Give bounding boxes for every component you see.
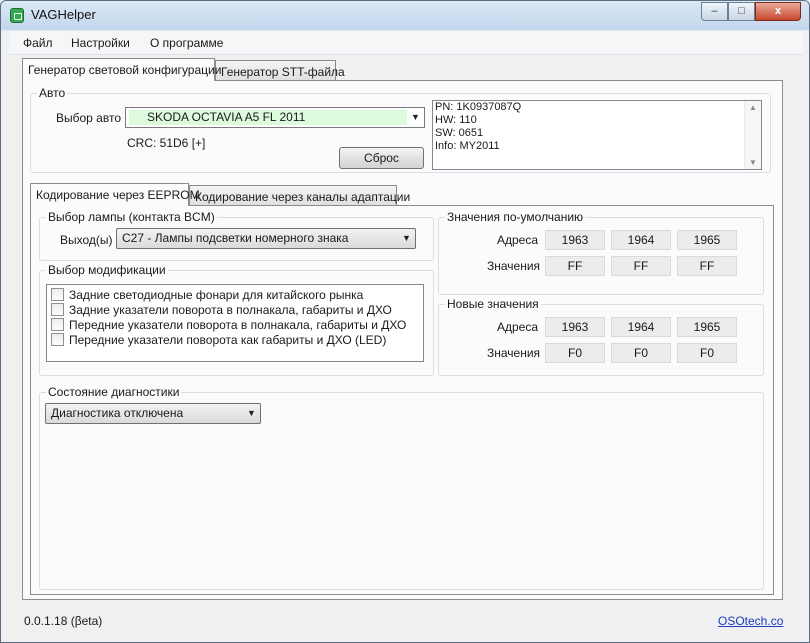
modification-item[interactable]: Задние светодиодные фонари для китайског…	[51, 287, 363, 302]
title-bar[interactable]: VAGHelper – □ x	[1, 1, 809, 29]
modification-item[interactable]: Передние указатели поворота в полнакала,…	[51, 317, 406, 332]
menu-bar: Файл Настройки О программе	[9, 31, 803, 55]
app-window: VAGHelper – □ x Файл Настройки О програм…	[0, 0, 810, 643]
app-icon	[10, 8, 24, 23]
output-select[interactable]: C27 - Лампы подсветки номерного знака ▼	[116, 228, 416, 249]
tab-eeprom[interactable]: Кодирование через EEPROM	[30, 183, 200, 206]
tab-adaptation[interactable]: Кодирование через каналы адаптации	[189, 185, 410, 206]
checkbox[interactable]	[51, 333, 64, 347]
close-button[interactable]: x	[755, 2, 801, 21]
lamp-group: Выбор лампы (контакта BCM) Выход(ы) C27 …	[39, 210, 434, 261]
car-select-value: SKODA OCTAVIA A5 FL 2011	[129, 110, 407, 125]
diagnostics-group-label: Состояние диагностики	[46, 385, 182, 399]
chevron-down-icon: ▼	[247, 408, 256, 418]
new-address-cell: 1963	[545, 317, 605, 337]
default-address-cell: 1963	[545, 230, 605, 250]
scroll-down-icon[interactable]: ▼	[745, 158, 761, 167]
website-link[interactable]: OSOtech.co	[718, 614, 783, 628]
output-label: Выход(ы)	[60, 233, 113, 247]
scroll-up-icon[interactable]: ▲	[745, 103, 761, 112]
status-bar: 0.0.1.18 (βeta) OSOtech.co	[9, 606, 803, 636]
menu-settings[interactable]: Настройки	[71, 36, 130, 50]
light-config-page: Авто Выбор авто SKODA OCTAVIA A5 FL 2011…	[22, 80, 783, 600]
info-info: Info: MY2011	[435, 140, 500, 152]
info-scrollbar[interactable]: ▲ ▼	[744, 101, 761, 169]
checkbox[interactable]	[51, 288, 64, 302]
minimize-button[interactable]: –	[701, 2, 728, 21]
window-title: VAGHelper	[31, 7, 96, 22]
car-select-label: Выбор авто	[56, 111, 122, 125]
diagnostics-select[interactable]: Диагностика отключена ▼	[45, 403, 261, 424]
defaults-group: Значения по-умолчанию Адреса 1963 1964 1…	[438, 210, 764, 295]
output-select-value: C27 - Лампы подсветки номерного знака	[122, 231, 349, 245]
info-sw: SW: 0651	[435, 127, 484, 139]
default-value-cell: FF	[545, 256, 605, 276]
default-value-cell: FF	[677, 256, 737, 276]
tab-stt-file[interactable]: Генератор STT-файла	[215, 60, 345, 81]
checkbox[interactable]	[51, 303, 64, 317]
version-text: 0.0.1.18 (βeta)	[24, 614, 103, 628]
new-value-cell: F0	[611, 343, 671, 363]
maximize-button[interactable]: □	[728, 2, 755, 21]
new-values-label: Значения	[487, 346, 541, 360]
diagnostics-select-value: Диагностика отключена	[51, 406, 184, 420]
auto-group: Авто Выбор авто SKODA OCTAVIA A5 FL 2011…	[30, 86, 771, 173]
diagnostics-group: Состояние диагностики Диагностика отключ…	[39, 385, 764, 590]
new-address-cell: 1964	[611, 317, 671, 337]
new-values-group-label: Новые значения	[445, 297, 541, 311]
modification-list[interactable]: Задние светодиодные фонари для китайског…	[46, 284, 424, 362]
defaults-group-label: Значения по-умолчанию	[445, 210, 586, 224]
auto-group-label: Авто	[37, 86, 68, 100]
info-hw: HW: 110	[435, 114, 477, 126]
new-value-cell: F0	[677, 343, 737, 363]
new-value-cell: F0	[545, 343, 605, 363]
new-address-label: Адреса	[497, 320, 539, 334]
modification-group-label: Выбор модификации	[46, 263, 168, 277]
eeprom-page: Выбор лампы (контакта BCM) Выход(ы) C27 …	[30, 205, 774, 595]
tab-light-config[interactable]: Генератор световой конфигурации	[22, 58, 221, 81]
car-select[interactable]: SKODA OCTAVIA A5 FL 2011 ▼	[125, 107, 425, 128]
default-value-cell: FF	[611, 256, 671, 276]
chevron-down-icon: ▼	[411, 112, 420, 122]
modification-group: Выбор модификации Задние светодиодные фо…	[39, 263, 434, 376]
new-values-group: Новые значения Адреса 1963 1964 1965 Зна…	[438, 297, 764, 376]
defaults-address-label: Адреса	[497, 233, 539, 247]
new-address-cell: 1965	[677, 317, 737, 337]
client-area: Генератор световой конфигурации Генерато…	[9, 55, 803, 636]
defaults-values-label: Значения	[487, 259, 541, 273]
car-info-box[interactable]: PN: 1K0937087Q HW: 110 SW: 0651 Info: MY…	[432, 100, 762, 170]
menu-about[interactable]: О программе	[150, 36, 223, 50]
reset-button[interactable]: Сброс	[339, 147, 424, 169]
chevron-down-icon: ▼	[402, 233, 411, 243]
default-address-cell: 1964	[611, 230, 671, 250]
checkbox[interactable]	[51, 318, 64, 332]
modification-item[interactable]: Передние указатели поворота как габариты…	[51, 332, 386, 347]
menu-file[interactable]: Файл	[23, 36, 53, 50]
info-pn: PN: 1K0937087Q	[435, 101, 522, 113]
lamp-group-label: Выбор лампы (контакта BCM)	[46, 210, 217, 224]
modification-item[interactable]: Задние указатели поворота в полнакала, г…	[51, 302, 392, 317]
crc-text: CRC: 51D6 [+]	[127, 136, 206, 150]
default-address-cell: 1965	[677, 230, 737, 250]
